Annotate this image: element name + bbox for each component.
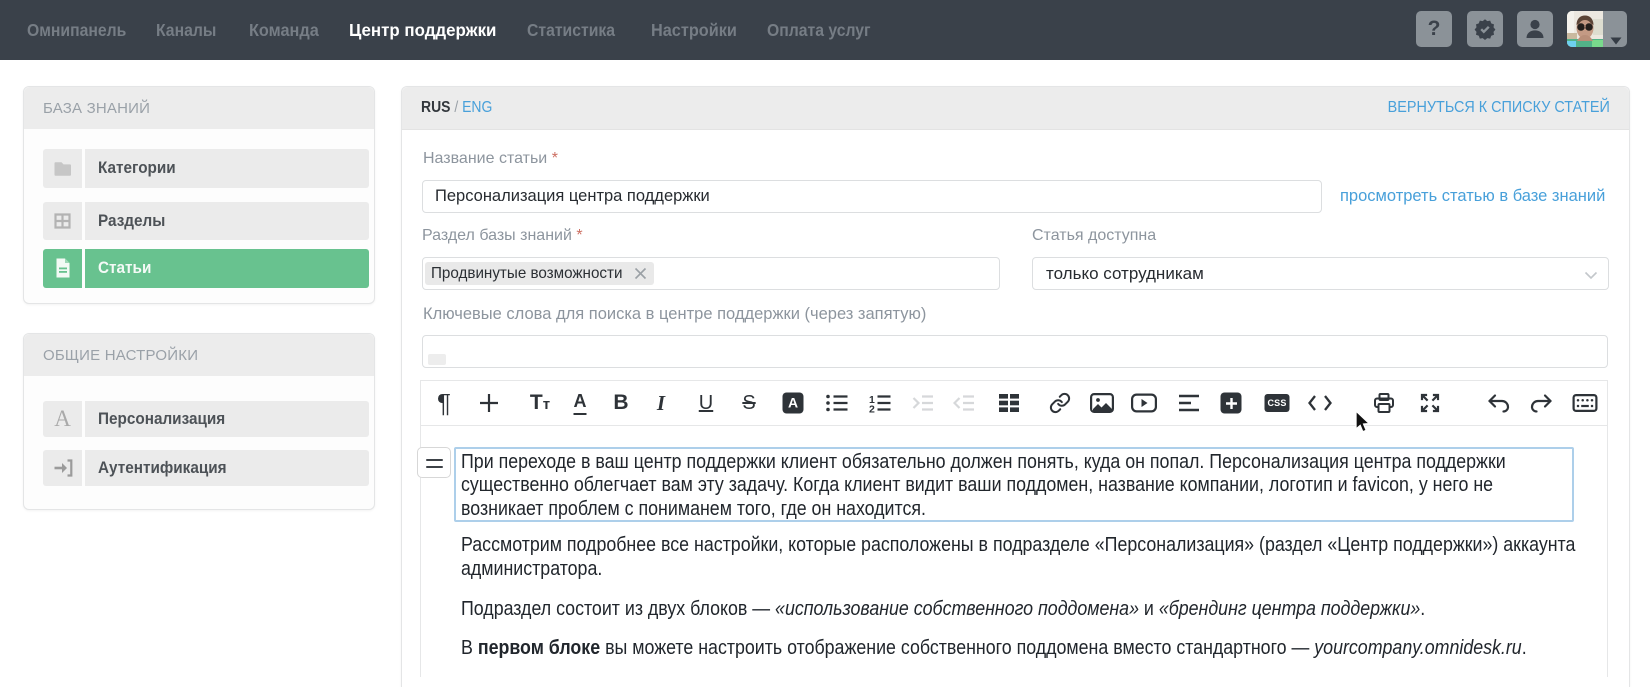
svg-text:2: 2: [869, 404, 875, 413]
